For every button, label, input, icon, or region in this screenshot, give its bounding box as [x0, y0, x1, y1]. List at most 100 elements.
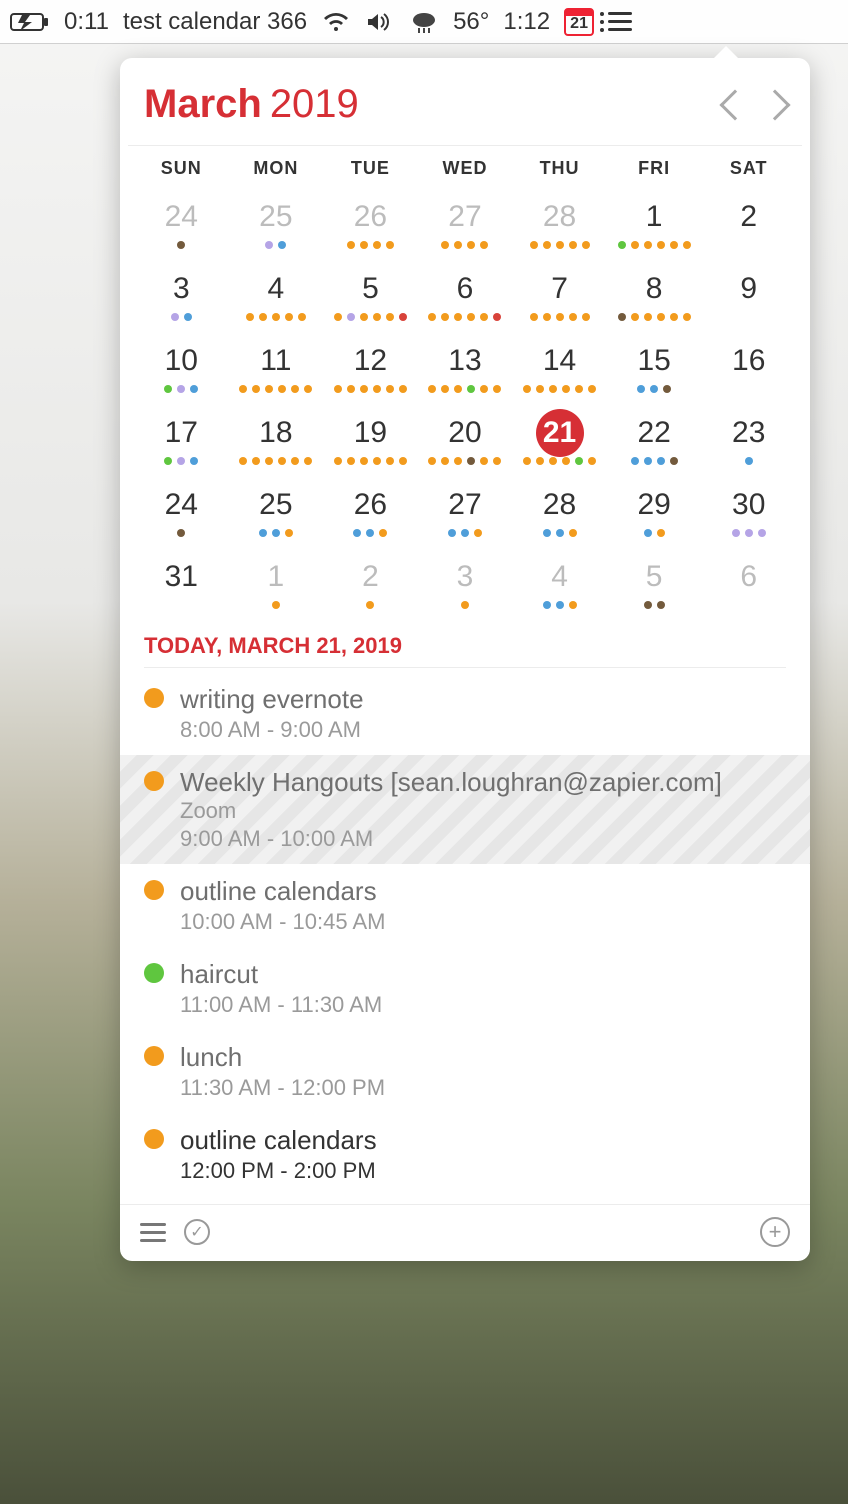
weather-icon[interactable]	[409, 10, 439, 34]
event-dot-icon	[164, 457, 172, 465]
event-dot-icon	[278, 241, 286, 249]
event-item[interactable]: haircut11:00 AM - 11:30 AM	[120, 947, 810, 1030]
event-item[interactable]: writing evernote8:00 AM - 9:00 AM	[120, 672, 810, 755]
event-item[interactable]: outline calendars10:00 AM - 10:45 AM	[120, 864, 810, 947]
day-cell[interactable]: 16	[701, 333, 796, 401]
day-cell[interactable]: 28	[512, 189, 607, 257]
event-dot-icon	[454, 457, 462, 465]
day-cell[interactable]: 24	[134, 189, 229, 257]
event-dot-icon	[543, 529, 551, 537]
event-dot-icon	[644, 457, 652, 465]
day-cell[interactable]: 5	[323, 261, 418, 329]
day-cell[interactable]: 12	[323, 333, 418, 401]
event-item[interactable]: outline calendars12:00 PM - 2:00 PM	[120, 1113, 810, 1196]
day-cell[interactable]: 4	[512, 549, 607, 617]
menubar-timer[interactable]: 0:11	[64, 8, 109, 36]
day-cell[interactable]: 31	[134, 549, 229, 617]
add-event-button[interactable]: +	[760, 1217, 790, 1247]
event-dot-icon	[171, 313, 179, 321]
day-cell[interactable]: 1	[229, 549, 324, 617]
event-dot-icon	[467, 313, 475, 321]
day-cell[interactable]: 23	[701, 405, 796, 473]
day-cell[interactable]: 26	[323, 477, 418, 545]
menu-button[interactable]	[140, 1223, 166, 1242]
day-cell[interactable]: 4	[229, 261, 324, 329]
day-cell[interactable]: 24	[134, 477, 229, 545]
day-cell[interactable]: 22	[607, 405, 702, 473]
event-dot-icon	[631, 313, 639, 321]
day-cell[interactable]: 21	[512, 405, 607, 473]
event-dot-icon	[441, 313, 449, 321]
header-month: March	[144, 82, 262, 127]
day-cell[interactable]: 3	[418, 549, 513, 617]
event-dot-icon	[637, 385, 645, 393]
day-cell[interactable]: 20	[418, 405, 513, 473]
event-dot-icon	[441, 241, 449, 249]
day-number: 20	[441, 409, 489, 457]
day-number: 7	[536, 265, 584, 313]
event-dot-icon	[543, 601, 551, 609]
weekday-header: SUN MON TUE WED THU FRI SAT	[120, 146, 810, 185]
day-cell[interactable]: 25	[229, 189, 324, 257]
wifi-icon[interactable]	[321, 11, 351, 33]
event-dot-icon	[379, 529, 387, 537]
day-cell[interactable]: 29	[607, 477, 702, 545]
day-cell[interactable]: 15	[607, 333, 702, 401]
day-cell[interactable]: 26	[323, 189, 418, 257]
event-dot-icon	[259, 313, 267, 321]
weekday-label: MON	[229, 158, 324, 179]
event-dots	[523, 457, 596, 469]
event-dot-icon	[670, 313, 678, 321]
day-cell[interactable]: 1	[607, 189, 702, 257]
event-dot-icon	[360, 313, 368, 321]
event-dot-icon	[360, 385, 368, 393]
reminders-menubar-icon[interactable]	[608, 12, 632, 31]
event-dot-icon	[644, 313, 652, 321]
event-dot-icon	[428, 313, 436, 321]
calendar-menubar-icon[interactable]: 21	[564, 8, 594, 36]
day-cell[interactable]: 19	[323, 405, 418, 473]
month-nav	[724, 94, 786, 116]
event-dot-icon	[569, 241, 577, 249]
event-body: outline calendars12:00 PM - 2:00 PM	[180, 1125, 786, 1184]
reminders-toggle-button[interactable]: ✓	[184, 1219, 210, 1245]
prev-month-button[interactable]	[719, 89, 750, 120]
day-cell[interactable]: 27	[418, 189, 513, 257]
day-number: 28	[536, 193, 584, 241]
volume-icon[interactable]	[365, 11, 395, 33]
day-cell[interactable]: 2	[701, 189, 796, 257]
day-cell[interactable]: 30	[701, 477, 796, 545]
day-cell[interactable]: 14	[512, 333, 607, 401]
menubar-event-title[interactable]: test calendar 366	[123, 8, 307, 36]
event-dots	[239, 385, 312, 397]
day-cell[interactable]: 13	[418, 333, 513, 401]
day-cell[interactable]: 3	[134, 261, 229, 329]
day-number: 24	[157, 193, 205, 241]
next-month-button[interactable]	[759, 89, 790, 120]
day-cell[interactable]: 7	[512, 261, 607, 329]
day-cell[interactable]: 11	[229, 333, 324, 401]
event-item[interactable]: Weekly Hangouts [sean.loughran@zapier.co…	[120, 755, 810, 864]
event-title: haircut	[180, 959, 786, 990]
event-dot-icon	[334, 313, 342, 321]
day-cell[interactable]: 6	[418, 261, 513, 329]
day-cell[interactable]: 27	[418, 477, 513, 545]
menubar-clock[interactable]: 1:12	[503, 8, 550, 36]
day-cell[interactable]: 5	[607, 549, 702, 617]
day-cell[interactable]: 10	[134, 333, 229, 401]
event-dot-icon	[347, 385, 355, 393]
day-cell[interactable]: 28	[512, 477, 607, 545]
day-cell[interactable]: 18	[229, 405, 324, 473]
day-cell[interactable]: 2	[323, 549, 418, 617]
menubar-temperature[interactable]: 56°	[453, 8, 489, 36]
event-dots	[530, 241, 590, 253]
day-cell[interactable]: 8	[607, 261, 702, 329]
day-cell[interactable]: 25	[229, 477, 324, 545]
event-dot-icon	[474, 529, 482, 537]
event-dot-icon	[454, 385, 462, 393]
day-cell[interactable]: 17	[134, 405, 229, 473]
day-cell[interactable]: 6	[701, 549, 796, 617]
event-item[interactable]: lunch11:30 AM - 12:00 PM	[120, 1030, 810, 1113]
day-cell[interactable]: 9	[701, 261, 796, 329]
event-dot-icon	[467, 241, 475, 249]
